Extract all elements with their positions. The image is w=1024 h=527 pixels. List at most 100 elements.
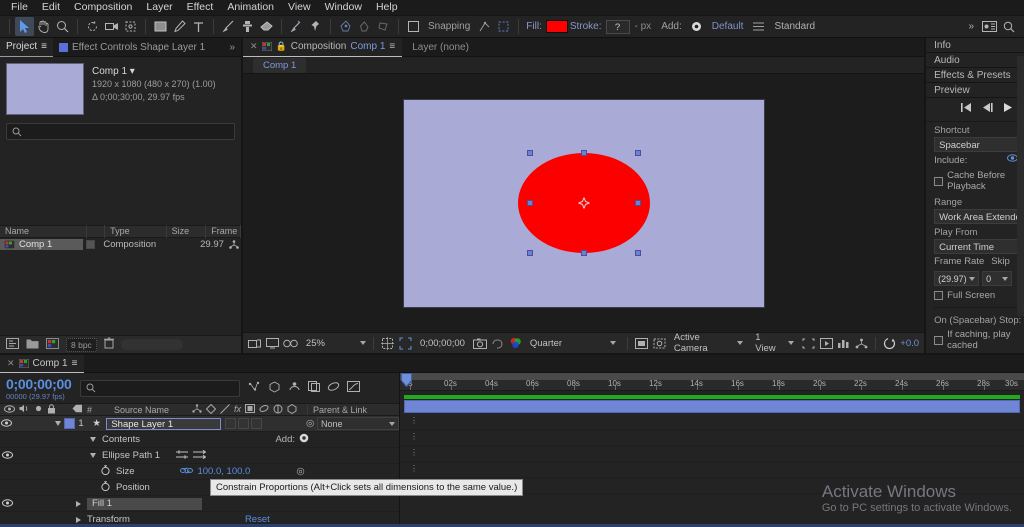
selection-handle-bottom-left[interactable]	[527, 250, 533, 256]
tab-composition-comp1[interactable]: ✕ 🔒 Composition Comp 1 ≡	[243, 38, 402, 57]
timecode-block[interactable]: 0;00;00;00 00000 (29.97 fps)	[6, 376, 72, 401]
toggle-mask-paths-icon[interactable]	[652, 336, 665, 351]
selection-handle-bottom-right[interactable]	[635, 250, 641, 256]
ellipse-size-hint-icon[interactable]	[176, 449, 189, 463]
camera-tool-icon[interactable]	[102, 17, 121, 36]
draft-3d-icon[interactable]	[268, 381, 281, 396]
layer-name-input[interactable]: Shape Layer 1	[106, 418, 221, 430]
three-d-layer-header-icon[interactable]	[287, 404, 297, 416]
table-row[interactable]: Contents Add:	[0, 432, 399, 448]
tab-project[interactable]: Project ≡	[0, 38, 53, 57]
selection-handle-top-center[interactable]	[581, 150, 587, 156]
lock-switch-header-icon[interactable]	[47, 404, 56, 416]
skip-dropdown[interactable]: 0	[982, 271, 1012, 286]
project-item-label-swatch[interactable]	[83, 240, 100, 249]
tab-layer-none[interactable]: Layer (none)	[402, 42, 479, 53]
region-of-interest-icon[interactable]	[399, 336, 412, 351]
layer-quality-switch[interactable]	[251, 418, 262, 429]
cache-before-playback-row[interactable]: Cache Before Playback	[934, 168, 1024, 194]
selection-handle-top-left[interactable]	[527, 150, 533, 156]
default-workspace-label[interactable]: Default	[712, 21, 744, 32]
timeline-search-input[interactable]	[80, 380, 240, 397]
keyframe-row[interactable]: ⋮	[400, 430, 1024, 446]
puppet-starch-tool-icon[interactable]	[355, 17, 374, 36]
collapse-transforms-header-icon[interactable]	[206, 404, 216, 416]
fill-color-swatch[interactable]	[546, 20, 568, 33]
show-snapshot-icon[interactable]	[491, 336, 504, 351]
stroke-width-input[interactable]: ?	[606, 20, 630, 34]
panel-preview-header[interactable]: Preview ≡	[926, 83, 1024, 98]
parent-link-header[interactable]: Parent & Link	[307, 405, 399, 415]
layer-parent-pickwhip-icon[interactable]: ◎	[303, 418, 317, 429]
enable-motion-blur-icon[interactable]	[327, 381, 340, 395]
if-caching-checkbox[interactable]	[934, 336, 943, 345]
effects-header-icon[interactable]: fx	[234, 404, 241, 416]
resolution-dropdown[interactable]: Quarter	[526, 337, 620, 350]
fill-expand-triangle[interactable]	[76, 501, 81, 507]
size-stopwatch-icon[interactable]	[100, 465, 111, 479]
right-panel-scrollbar[interactable]	[1017, 56, 1024, 316]
cache-checkbox[interactable]	[934, 177, 943, 186]
label-column-header-icon[interactable]	[72, 404, 83, 415]
ellipse-position-hint-icon[interactable]	[193, 449, 206, 463]
snapping-checkbox[interactable]	[404, 17, 423, 36]
table-row[interactable]: Ellipse Path 1	[0, 448, 399, 464]
panel-effects-presets[interactable]: Effects & Presets	[926, 68, 1024, 83]
snapping-bounds-icon[interactable]	[494, 17, 513, 36]
composition-mini-flowchart-icon[interactable]	[248, 381, 261, 395]
if-caching-row[interactable]: If caching, play cached	[934, 327, 1024, 353]
menu-item-window[interactable]: Window	[318, 0, 369, 15]
tab-effect-controls[interactable]: Effect Controls Shape Layer 1	[53, 38, 211, 57]
size-pickwhip-icon[interactable]: ◎	[296, 466, 304, 477]
keyframe-nav-icon[interactable]: ⋮	[410, 464, 418, 473]
column-label-swatch[interactable]	[87, 225, 105, 238]
layer-duration-bar[interactable]	[404, 400, 1020, 413]
table-row[interactable]: Fill 1	[0, 496, 399, 512]
frame-blend-header-icon[interactable]	[245, 404, 255, 416]
quality-header-icon[interactable]	[220, 404, 230, 416]
menu-item-view[interactable]: View	[281, 0, 318, 15]
main-viewer-icon[interactable]	[265, 336, 278, 351]
shape-tool-icon[interactable]	[151, 17, 170, 36]
add-menu-icon[interactable]	[687, 17, 706, 36]
type-tool-icon[interactable]	[189, 17, 208, 36]
new-folder-icon[interactable]	[26, 338, 39, 352]
reset-exposure-icon[interactable]	[883, 336, 896, 351]
timeline-graph-area[interactable]: 0s 02s 04s 06s 08s 10s 12s 14s 16s 18s 2…	[400, 373, 1024, 527]
tab-timeline-comp1[interactable]: ✕ Comp 1 ≡	[0, 355, 84, 373]
eraser-tool-icon[interactable]	[257, 17, 276, 36]
layer-collapse-switch[interactable]	[238, 418, 249, 429]
menu-item-animation[interactable]: Animation	[220, 0, 281, 15]
layer-parent-dropdown[interactable]: None	[317, 417, 399, 430]
zoom-dropdown-icon[interactable]	[360, 341, 366, 345]
current-time-indicator[interactable]	[401, 373, 412, 387]
layer-label-color[interactable]	[64, 418, 75, 429]
workspace-menu-icon[interactable]	[749, 17, 768, 36]
snapshot-icon[interactable]	[473, 336, 487, 351]
ellipse-path-expand-triangle[interactable]	[90, 453, 96, 458]
fast-previews-icon[interactable]	[820, 336, 833, 351]
timeline-tab-close-icon[interactable]: ✕	[7, 358, 15, 369]
current-time-value[interactable]: 0;00;00;00	[416, 338, 469, 349]
workspace-overflow-label[interactable]: »	[968, 21, 974, 32]
constrain-proportions-icon[interactable]	[180, 466, 193, 478]
tab-lock-icon[interactable]: 🔒	[276, 41, 287, 52]
hand-tool-icon[interactable]	[34, 17, 53, 36]
standard-workspace-label[interactable]: Standard	[774, 21, 815, 32]
channel-rgb-icon[interactable]	[508, 336, 521, 351]
keyframe-nav-icon[interactable]: ⋮	[410, 416, 418, 425]
pan-behind-tool-icon[interactable]	[121, 17, 140, 36]
rotation-tool-icon[interactable]	[83, 17, 102, 36]
keyframe-nav-icon[interactable]: ⋮	[410, 448, 418, 457]
toggle-transparency-grid-icon[interactable]	[635, 336, 648, 351]
menu-item-composition[interactable]: Composition	[67, 0, 139, 15]
column-name[interactable]: Name	[0, 225, 87, 238]
column-size[interactable]: Size	[167, 225, 207, 238]
snapping-angle-icon[interactable]	[475, 17, 494, 36]
menu-item-layer[interactable]: Layer	[139, 0, 179, 15]
previous-frame-button[interactable]	[982, 103, 993, 115]
table-row[interactable]: Comp 1 Composition 29.97	[0, 238, 241, 251]
composition-canvas[interactable]	[404, 100, 764, 307]
panel-info[interactable]: Info	[926, 38, 1024, 53]
new-composition-icon[interactable]	[46, 338, 59, 352]
